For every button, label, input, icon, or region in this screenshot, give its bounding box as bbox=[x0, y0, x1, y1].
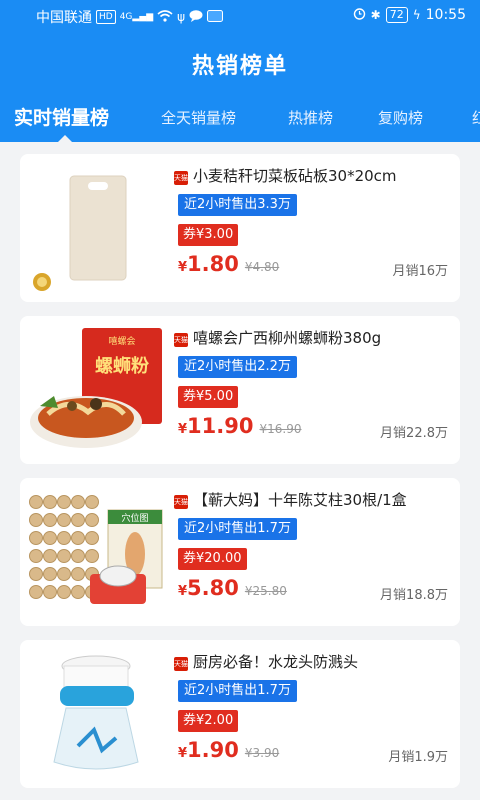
tab-hot-push[interactable]: 热推榜 bbox=[288, 100, 333, 136]
moxa-cone bbox=[29, 513, 43, 527]
moxa-cone bbox=[43, 567, 57, 581]
moxa-cone bbox=[57, 585, 71, 599]
moxa-cone bbox=[57, 549, 71, 563]
sale-price: 1.80 bbox=[187, 252, 239, 276]
moxa-cone bbox=[85, 549, 99, 563]
tmall-badge: 天猫 bbox=[174, 495, 188, 509]
recent-sales-badge: 近2小时售出1.7万 bbox=[178, 680, 297, 702]
package-label: 螺蛳粉 bbox=[95, 355, 149, 377]
coupon-badge[interactable]: 券¥2.00 bbox=[178, 710, 239, 732]
price-row: ¥ 5.80 ¥25.80 bbox=[178, 576, 287, 606]
moxa-cone bbox=[71, 495, 85, 509]
moxa-cone bbox=[57, 567, 71, 581]
moxa-cone bbox=[85, 495, 99, 509]
product-image: 嘻螺会 螺蛳粉 bbox=[28, 326, 164, 454]
currency-symbol: ¥ bbox=[178, 746, 188, 761]
signal-icon: 4G▂▄▆ bbox=[119, 12, 154, 22]
page-title: 热销榜单 bbox=[191, 54, 288, 79]
status-bar: 中国联通 HD 4G▂▄▆ ψ ✱ 72 ϟ 10:55 bbox=[0, 0, 480, 32]
moxa-cone bbox=[29, 549, 43, 563]
message-icon bbox=[189, 9, 203, 25]
moxa-cone bbox=[85, 513, 99, 527]
moxa-cone bbox=[85, 531, 99, 545]
moxa-cone bbox=[71, 531, 85, 545]
tmall-badge: 天猫 bbox=[174, 657, 188, 671]
product-title[interactable]: 天猫 【蕲大妈】十年陈艾柱30根/1盒 bbox=[174, 488, 454, 512]
moxa-cone bbox=[43, 513, 57, 527]
product-image: 穴位图 bbox=[28, 488, 164, 616]
moxa-cone bbox=[43, 549, 57, 563]
moxa-cone bbox=[71, 567, 85, 581]
wifi-icon bbox=[157, 9, 173, 25]
active-tab-indicator bbox=[58, 135, 72, 142]
carrier-label: 中国联通 bbox=[36, 10, 92, 26]
product-card[interactable]: 嘻螺会 螺蛳粉 天猫 嘻螺会广西柳州螺蛳粉380g 近2小时售出2.2万 券¥5.… bbox=[20, 316, 460, 464]
tab-realtime-sales[interactable]: 实时销量榜 bbox=[14, 100, 109, 136]
moxa-cone bbox=[43, 531, 57, 545]
app-notification-icon bbox=[207, 9, 224, 25]
moxa-cone bbox=[71, 549, 85, 563]
tab-red[interactable]: 红 bbox=[472, 100, 480, 136]
recent-sales-badge: 近2小时售出3.3万 bbox=[178, 194, 297, 216]
clock: 10:55 bbox=[425, 7, 466, 23]
original-price: ¥4.80 bbox=[244, 260, 280, 274]
charging-icon: ϟ bbox=[412, 8, 421, 22]
package-brand: 嘻螺会 bbox=[108, 335, 135, 347]
monthly-sales: 月销1.9万 bbox=[388, 750, 448, 765]
bluetooth-icon: ✱ bbox=[370, 8, 381, 22]
sale-price: 1.90 bbox=[187, 738, 239, 762]
currency-symbol: ¥ bbox=[178, 422, 188, 437]
moxa-cone bbox=[29, 495, 43, 509]
original-price: ¥3.90 bbox=[244, 746, 280, 760]
moxa-cone bbox=[29, 567, 43, 581]
tab-allday-sales[interactable]: 全天销量榜 bbox=[161, 100, 236, 136]
product-title[interactable]: 天猫 小麦秸秆切菜板砧板30*20cm bbox=[174, 164, 454, 188]
recent-sales-badge: 近2小时售出1.7万 bbox=[178, 518, 297, 540]
original-price: ¥25.80 bbox=[244, 584, 287, 598]
tmall-badge: 天猫 bbox=[174, 333, 188, 347]
tab-repurchase[interactable]: 复购榜 bbox=[378, 100, 423, 136]
hd-badge: HD bbox=[96, 10, 116, 24]
battery-indicator: 72 bbox=[385, 7, 408, 23]
sale-price: 5.80 bbox=[187, 576, 239, 600]
recent-sales-badge: 近2小时售出2.2万 bbox=[178, 356, 297, 378]
price-row: ¥ 1.80 ¥4.80 bbox=[178, 252, 279, 282]
monthly-sales: 月销18.8万 bbox=[380, 588, 448, 603]
product-title[interactable]: 天猫 嘻螺会广西柳州螺蛳粉380g bbox=[174, 326, 454, 350]
currency-symbol: ¥ bbox=[178, 584, 188, 599]
box-label: 穴位图 bbox=[121, 512, 148, 524]
product-card[interactable]: 穴位图 天猫 【蕲大妈】十年陈艾柱30根/1盒 近2小时售出1.7万 券¥20.0… bbox=[20, 478, 460, 626]
tmall-badge: 天猫 bbox=[174, 171, 188, 185]
coupon-badge[interactable]: 券¥5.00 bbox=[178, 386, 239, 408]
product-card[interactable]: 天猫 小麦秸秆切菜板砧板30*20cm 近2小时售出3.3万 券¥3.00 ¥ 1… bbox=[20, 154, 460, 302]
app-header: 中国联通 HD 4G▂▄▆ ψ ✱ 72 ϟ 10:55 热销榜单 实时销量榜 … bbox=[0, 0, 480, 142]
price-row: ¥ 1.90 ¥3.90 bbox=[178, 738, 279, 768]
moxa-cone bbox=[29, 585, 43, 599]
moxa-cone bbox=[57, 531, 71, 545]
alarm-icon bbox=[353, 7, 366, 23]
usb-icon: ψ bbox=[177, 10, 186, 24]
monthly-sales: 月销16万 bbox=[392, 264, 448, 279]
coupon-badge[interactable]: 券¥3.00 bbox=[178, 224, 239, 246]
product-list[interactable]: 天猫 小麦秸秆切菜板砧板30*20cm 近2小时售出3.3万 券¥3.00 ¥ 1… bbox=[0, 142, 480, 800]
price-row: ¥ 11.90 ¥16.90 bbox=[178, 414, 301, 444]
moxa-cone bbox=[57, 513, 71, 527]
product-card[interactable]: 天猫 厨房必备！水龙头防溅头 近2小时售出1.7万 券¥2.00 ¥ 1.90 ¥… bbox=[20, 640, 460, 788]
moxa-cone bbox=[71, 585, 85, 599]
moxa-cone bbox=[57, 495, 71, 509]
product-image bbox=[28, 650, 164, 778]
monthly-sales: 月销22.8万 bbox=[380, 426, 448, 441]
moxa-cone bbox=[43, 495, 57, 509]
product-image bbox=[28, 164, 164, 292]
tab-bar: 实时销量榜 全天销量榜 热推榜 复购榜 红 bbox=[0, 100, 480, 142]
currency-symbol: ¥ bbox=[178, 260, 188, 275]
original-price: ¥16.90 bbox=[259, 422, 302, 436]
moxa-cone bbox=[29, 531, 43, 545]
moxa-cone bbox=[71, 513, 85, 527]
sale-price: 11.90 bbox=[187, 414, 254, 438]
moxa-cone bbox=[43, 585, 57, 599]
coupon-badge[interactable]: 券¥20.00 bbox=[178, 548, 247, 570]
product-title[interactable]: 天猫 厨房必备！水龙头防溅头 bbox=[174, 650, 454, 674]
